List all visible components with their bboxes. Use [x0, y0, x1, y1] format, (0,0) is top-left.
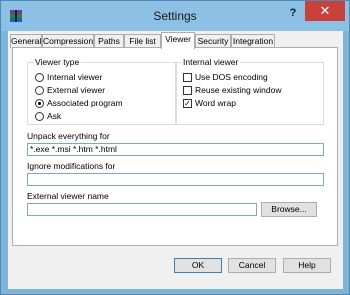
external-viewer-input[interactable] — [27, 203, 257, 216]
internal-viewer-group: Internal viewer Use DOS encoding Reuse e… — [175, 57, 324, 125]
radio-external-viewer-indicator[interactable] — [35, 86, 44, 95]
tab-integration[interactable]: Integration — [231, 34, 275, 48]
tab-security[interactable]: Security — [195, 34, 231, 48]
checkbox-word-wrap-label: Word wrap — [195, 98, 236, 108]
radio-ask-label: Ask — [47, 111, 62, 121]
ignore-input[interactable] — [27, 173, 324, 186]
cancel-button[interactable]: Cancel — [228, 258, 276, 273]
tab-compression[interactable]: Compression — [42, 34, 94, 48]
external-viewer-label: External viewer name — [27, 191, 109, 201]
checkbox-reuse-existing-window-label: Reuse existing window — [195, 85, 282, 95]
radio-associated-program-label: Associated program — [47, 98, 123, 108]
tab-paths[interactable]: Paths — [94, 34, 124, 48]
browse-button[interactable]: Browse... — [261, 202, 317, 217]
ignore-label: Ignore modifications for — [27, 161, 116, 171]
title-bar[interactable]: Settings ? ✕ — [1, 1, 349, 31]
viewer-type-group: Viewer type Internal viewer External vie… — [27, 57, 177, 125]
tab-file-list[interactable]: File list — [124, 34, 161, 48]
radio-external-viewer-label: External viewer — [47, 85, 106, 95]
tab-viewer[interactable]: Viewer — [161, 32, 195, 49]
internal-viewer-title: Internal viewer — [181, 57, 241, 67]
checkbox-use-dos-encoding-label: Use DOS encoding — [195, 72, 268, 82]
viewer-panel: Viewer type Internal viewer External vie… — [12, 47, 338, 246]
tab-general[interactable]: General — [10, 34, 42, 48]
checkbox-use-dos-encoding-box[interactable] — [183, 73, 192, 82]
unpack-input[interactable]: *.exe *.msi *.htm *.html — [27, 143, 324, 156]
radio-ask-indicator[interactable] — [35, 112, 44, 121]
checkbox-reuse-existing-window-box[interactable] — [183, 86, 192, 95]
radio-internal-viewer-indicator[interactable] — [35, 73, 44, 82]
help-title-button[interactable]: ? — [285, 7, 301, 23]
checkbox-word-wrap-box[interactable]: ✓ — [183, 99, 192, 108]
unpack-label: Unpack everything for — [27, 131, 110, 141]
viewer-type-title: Viewer type — [33, 57, 82, 67]
close-button[interactable]: ✕ — [305, 1, 345, 21]
radio-internal-viewer-label: Internal viewer — [47, 72, 103, 82]
help-button[interactable]: Help — [283, 258, 331, 273]
ok-button[interactable]: OK — [174, 258, 222, 273]
radio-associated-program-indicator[interactable] — [35, 99, 44, 108]
